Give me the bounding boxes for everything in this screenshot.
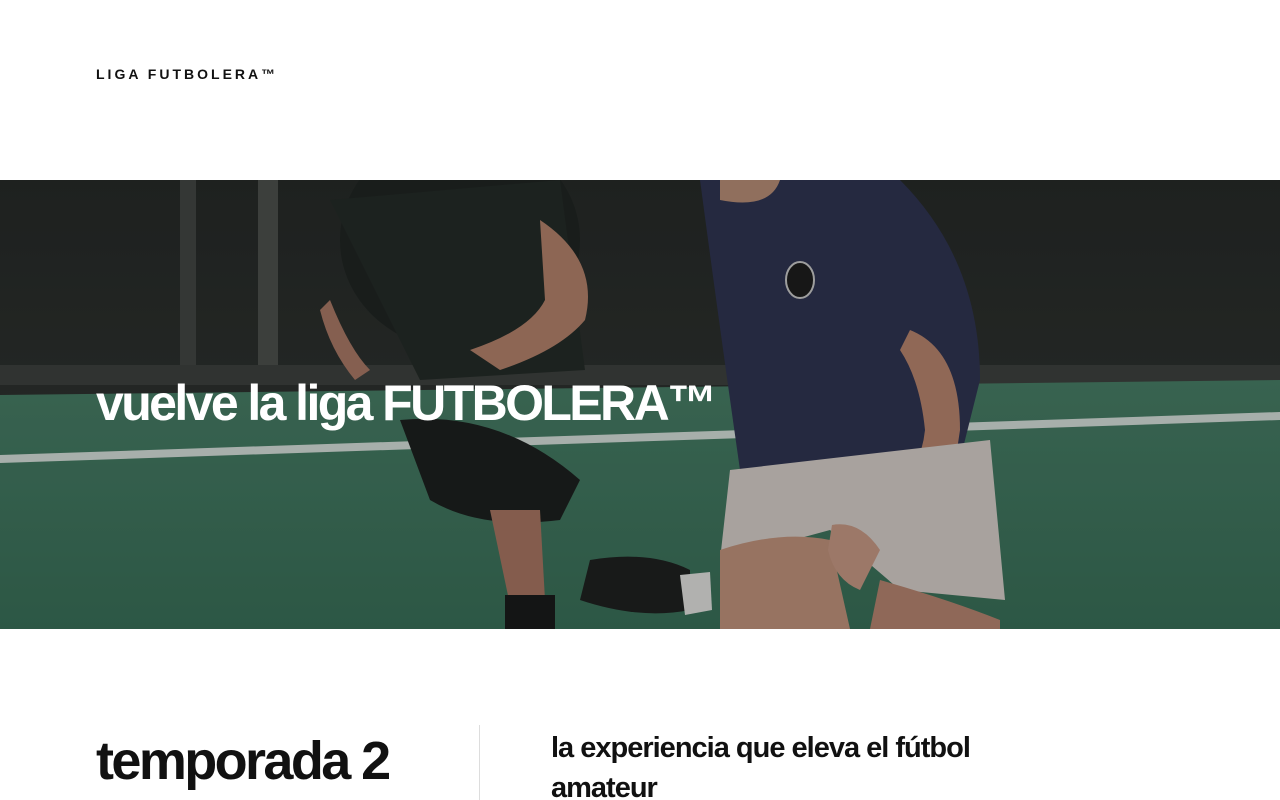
season-section: temporada 2 la experiencia que eleva el … [0, 629, 1280, 800]
landing-page: LIGA FUTBOLERA™ vuelve la liga FUTBOLERA… [0, 0, 1280, 800]
season-title: temporada 2 [96, 731, 391, 791]
hero-banner: vuelve la liga FUTBOLERA™ [0, 180, 1280, 629]
hero-title: vuelve la liga FUTBOLERA™ [96, 375, 717, 431]
season-tagline: la experiencia que eleva el fútbol amate… [551, 732, 971, 800]
brand-logo[interactable]: LIGA FUTBOLERA™ [96, 66, 278, 82]
site-header: LIGA FUTBOLERA™ [0, 0, 1280, 180]
section-divider [479, 725, 480, 800]
